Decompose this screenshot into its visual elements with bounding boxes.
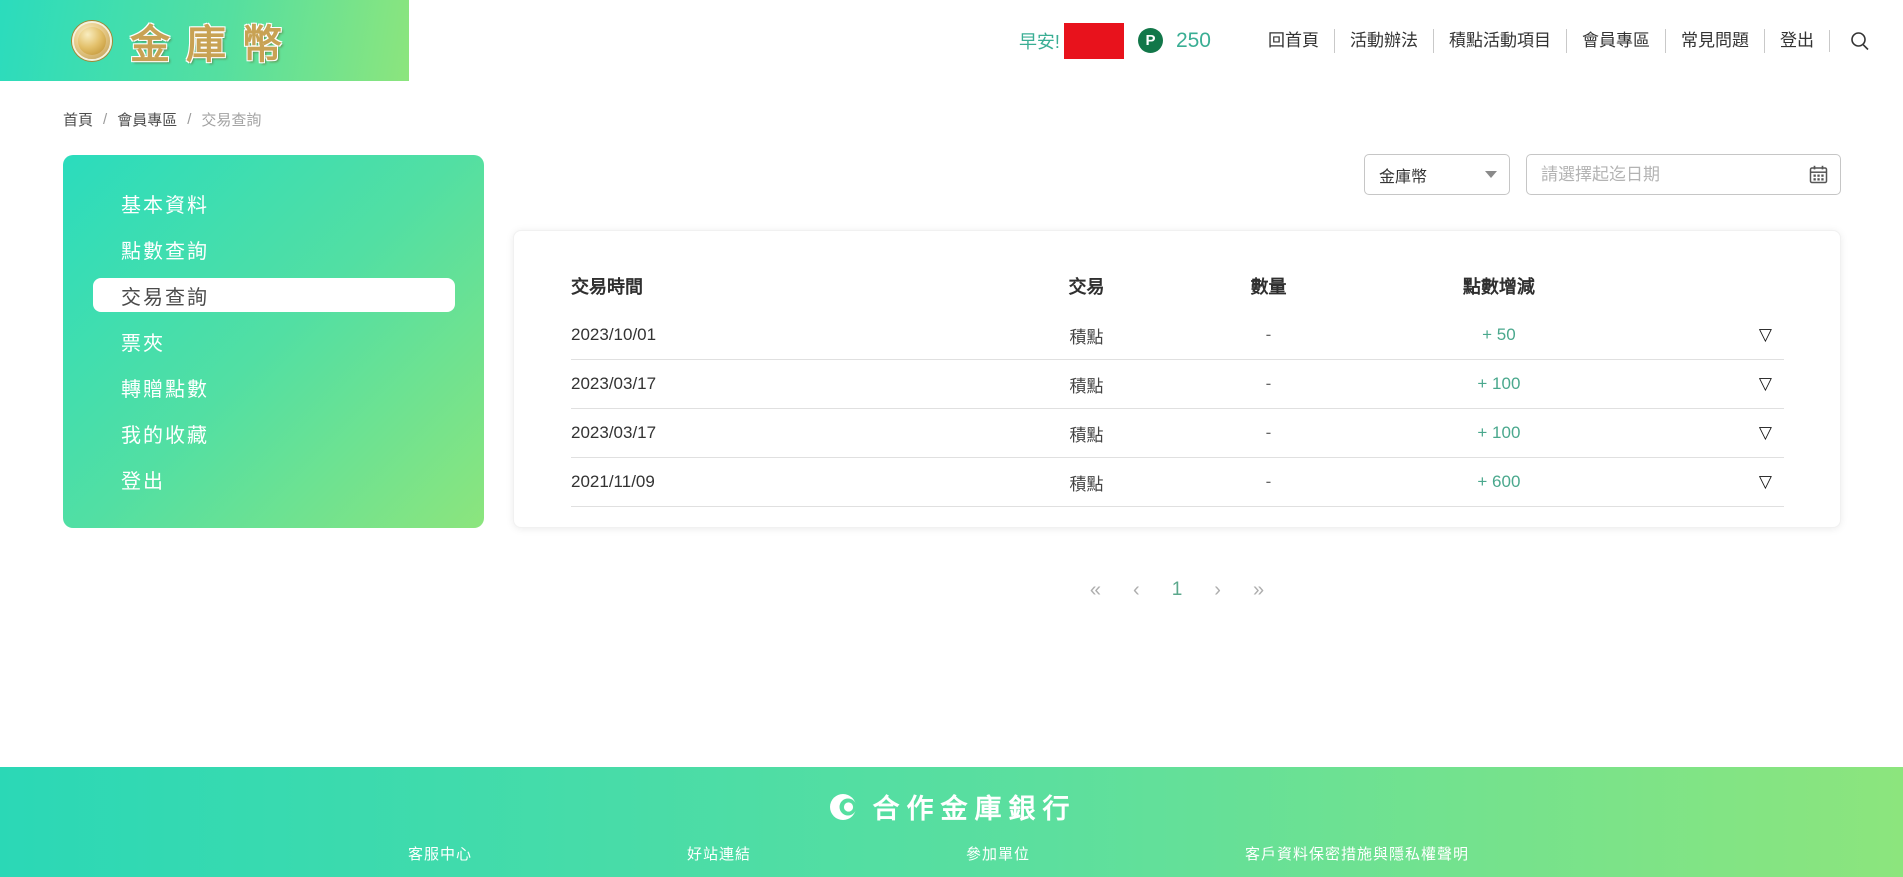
- cell-points-change: + 600: [1372, 472, 1627, 492]
- greeting-text: 早安!: [1019, 28, 1060, 54]
- pagination-current-page[interactable]: 1: [1172, 575, 1183, 605]
- sidebar-item-ticket-wallet[interactable]: 票夾: [63, 318, 484, 364]
- breadcrumb-home[interactable]: 首頁: [63, 109, 93, 130]
- row-expand-icon[interactable]: ▽: [1759, 325, 1772, 344]
- currency-select-value: 金庫幣: [1379, 163, 1427, 187]
- pagination: « ‹ 1 › »: [513, 575, 1841, 605]
- footer-link-privacy-statement[interactable]: 客戶資料保密措施與隱私權聲明: [1245, 843, 1469, 864]
- cell-transaction-date: 2021/11/09: [571, 472, 1008, 492]
- points-badge-icon: P: [1138, 28, 1163, 53]
- table-row: 2021/11/09 積點 - + 600 ▽: [571, 458, 1784, 507]
- cell-points-change: + 100: [1372, 423, 1627, 443]
- filter-bar: 金庫幣: [1364, 154, 1841, 195]
- footer-link-related-sites[interactable]: 好站連結: [687, 843, 751, 864]
- cell-transaction-date: 2023/10/01: [571, 325, 1008, 345]
- breadcrumb-separator: /: [103, 111, 107, 128]
- row-expand-icon[interactable]: ▽: [1759, 472, 1772, 491]
- nav-item-faq[interactable]: 常見問題: [1665, 29, 1764, 53]
- table-row: 2023/03/17 積點 - + 100 ▽: [571, 360, 1784, 409]
- sidebar-item-transaction-inquiry[interactable]: 交易查詢: [93, 278, 455, 312]
- column-header-transaction: 交易: [1008, 273, 1166, 299]
- sidebar-item-transfer-points[interactable]: 轉贈點數: [63, 364, 484, 410]
- nav-item-points-programs[interactable]: 積點活動項目: [1433, 29, 1566, 53]
- breadcrumb: 首頁 / 會員專區 / 交易查詢: [63, 109, 261, 130]
- pagination-first-button[interactable]: «: [1090, 575, 1101, 605]
- search-icon: [1849, 30, 1871, 52]
- breadcrumb-member-area[interactable]: 會員專區: [117, 109, 177, 130]
- footer-brand: 合作金庫銀行: [0, 787, 1903, 826]
- date-range-input[interactable]: [1541, 165, 1809, 185]
- pagination-last-button[interactable]: »: [1253, 575, 1264, 605]
- date-range-field[interactable]: [1526, 154, 1841, 195]
- site-logo-text: 金庫幣: [130, 12, 298, 70]
- breadcrumb-current-page: 交易查詢: [201, 109, 261, 130]
- bank-logo-icon: [827, 790, 861, 824]
- footer-bank-name: 合作金庫銀行: [873, 787, 1077, 826]
- row-expand-icon[interactable]: ▽: [1759, 423, 1772, 442]
- column-header-transaction-time: 交易時間: [571, 273, 1008, 299]
- cell-points-change: + 50: [1372, 325, 1627, 345]
- header: 金庫幣 早安! P 250 回首頁 活動辦法 積點活動項目 會員專區 常見問題 …: [0, 0, 1903, 81]
- nav-item-home[interactable]: 回首頁: [1253, 29, 1334, 53]
- sidebar-item-logout[interactable]: 登出: [63, 456, 484, 502]
- currency-select[interactable]: 金庫幣: [1364, 154, 1510, 195]
- cell-transaction-type: 積點: [1008, 421, 1166, 446]
- chevron-down-icon: [1485, 171, 1497, 178]
- coin-logo-icon: [72, 21, 112, 61]
- column-header-points-change: 點數增減: [1372, 273, 1627, 299]
- pagination-prev-button[interactable]: ‹: [1133, 575, 1140, 605]
- row-expand-icon[interactable]: ▽: [1759, 374, 1772, 393]
- cell-quantity: -: [1165, 325, 1371, 345]
- footer-link-customer-service[interactable]: 客服中心: [408, 843, 472, 864]
- points-balance: 250: [1176, 29, 1211, 53]
- header-right: 早安! P 250 回首頁 活動辦法 積點活動項目 會員專區 常見問題 登出: [1019, 23, 1903, 59]
- nav-item-member-area[interactable]: 會員專區: [1566, 29, 1665, 53]
- footer-link-participating-units[interactable]: 參加單位: [966, 843, 1030, 864]
- cell-quantity: -: [1165, 374, 1371, 394]
- nav-item-logout[interactable]: 登出: [1764, 29, 1829, 53]
- nav-item-activity-rules[interactable]: 活動辦法: [1334, 29, 1433, 53]
- member-sidebar: 基本資料 點數查詢 交易查詢 票夾 轉贈點數 我的收藏 登出: [63, 155, 484, 528]
- sidebar-item-points-inquiry[interactable]: 點數查詢: [63, 226, 484, 272]
- calendar-icon[interactable]: [1809, 165, 1828, 184]
- cell-transaction-type: 積點: [1008, 323, 1166, 348]
- footer: 合作金庫銀行 客服中心 好站連結 參加單位 客戶資料保密措施與隱私權聲明: [0, 767, 1903, 877]
- pagination-next-button[interactable]: ›: [1214, 575, 1221, 605]
- table-row: 2023/10/01 積點 - + 50 ▽: [571, 311, 1784, 360]
- column-header-quantity: 數量: [1165, 273, 1371, 299]
- main-nav: 回首頁 活動辦法 積點活動項目 會員專區 常見問題 登出: [1253, 29, 1877, 53]
- breadcrumb-separator: /: [187, 111, 191, 128]
- cell-transaction-type: 積點: [1008, 372, 1166, 397]
- table-row: 2023/03/17 積點 - + 100 ▽: [571, 409, 1784, 458]
- cell-transaction-date: 2023/03/17: [571, 374, 1008, 394]
- censored-username: [1064, 23, 1124, 59]
- transactions-card: 交易時間 交易 數量 點數增減 2023/10/01 積點 - + 50 ▽ 2…: [513, 230, 1841, 528]
- cell-quantity: -: [1165, 423, 1371, 443]
- site-logo[interactable]: 金庫幣: [0, 0, 409, 81]
- cell-transaction-date: 2023/03/17: [571, 423, 1008, 443]
- cell-points-change: + 100: [1372, 374, 1627, 394]
- table-header-row: 交易時間 交易 數量 點數增減: [571, 261, 1784, 311]
- sidebar-item-profile[interactable]: 基本資料: [63, 180, 484, 226]
- cell-transaction-type: 積點: [1008, 470, 1166, 495]
- cell-quantity: -: [1165, 472, 1371, 492]
- sidebar-item-favorites[interactable]: 我的收藏: [63, 410, 484, 456]
- search-button[interactable]: [1829, 30, 1877, 52]
